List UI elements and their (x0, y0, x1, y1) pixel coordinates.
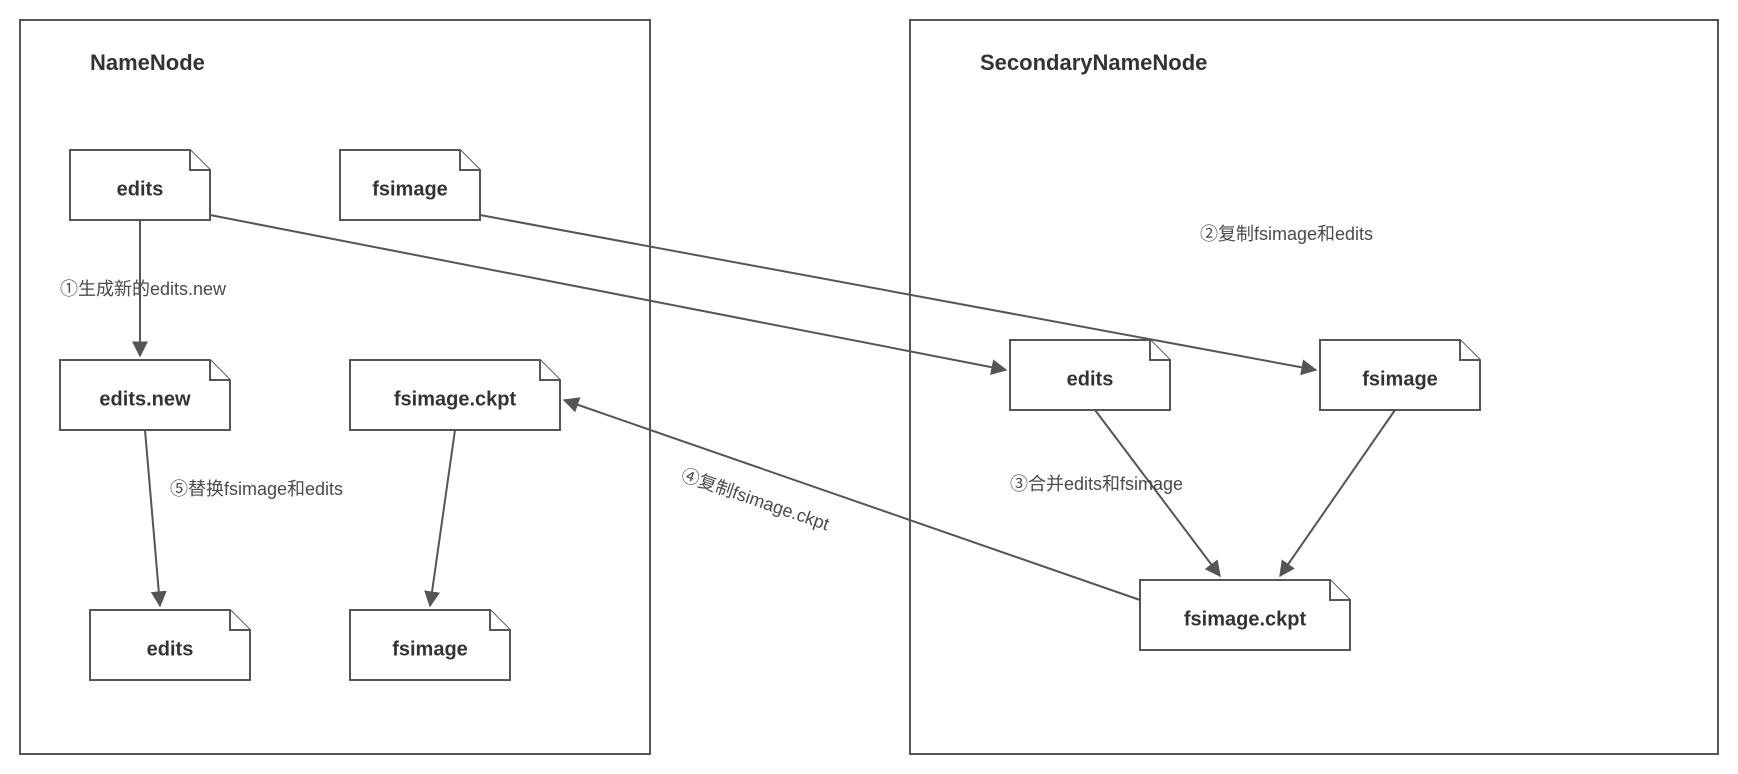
file-nn-fsimage-bottom: fsimage (350, 610, 510, 680)
file-label: edits (117, 178, 164, 200)
file-label: edits (1067, 368, 1114, 390)
file-nn-fsimage-top: fsimage (340, 150, 480, 220)
step3-label: ③合并edits和fsimage (1010, 474, 1183, 494)
arrow-step5-left (145, 430, 160, 606)
file-nn-edits-bottom: edits (90, 610, 250, 680)
file-label: edits.new (99, 388, 191, 410)
diagram-canvas: NameNode SecondaryNameNode edits fsimage… (0, 0, 1738, 774)
step4-label: ④复制fsimage.ckpt (679, 465, 832, 534)
file-nn-fsimage-ckpt: fsimage.ckpt (350, 360, 560, 430)
file-label: fsimage.ckpt (1184, 608, 1307, 630)
file-label: edits (147, 638, 194, 660)
file-snn-fsimage-ckpt: fsimage.ckpt (1140, 580, 1350, 650)
step5-label: ⑤替换fsimage和edits (170, 479, 343, 499)
arrow-step3-right (1280, 410, 1395, 576)
step2-label: ②复制fsimage和edits (1200, 224, 1373, 244)
namenode-title: NameNode (90, 50, 205, 75)
file-label: fsimage.ckpt (394, 388, 517, 410)
file-label: fsimage (392, 638, 468, 660)
file-nn-edits-top: edits (70, 150, 210, 220)
step1-label: ①生成新的edits.new (60, 279, 227, 299)
secondary-title: SecondaryNameNode (980, 50, 1207, 75)
file-label: fsimage (1362, 368, 1438, 390)
file-label: fsimage (372, 178, 448, 200)
file-snn-fsimage: fsimage (1320, 340, 1480, 410)
arrow-step5-right (430, 430, 455, 606)
file-nn-edits-new: edits.new (60, 360, 230, 430)
file-snn-edits: edits (1010, 340, 1170, 410)
